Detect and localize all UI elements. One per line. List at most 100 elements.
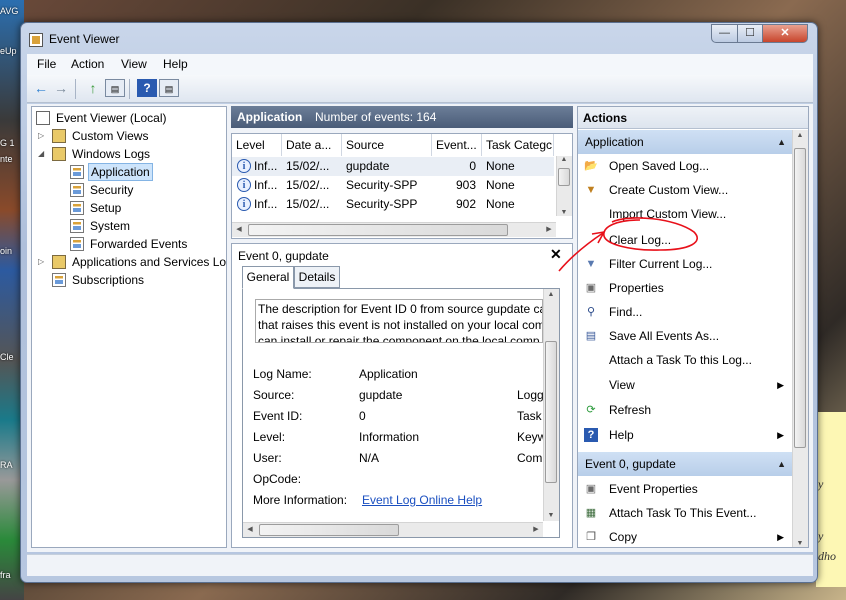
action-refresh[interactable]: ⟳ Refresh [578, 399, 792, 421]
scroll-thumb[interactable] [558, 168, 570, 186]
tree-item-subscriptions[interactable]: Subscriptions [52, 271, 226, 289]
sticky-text: dho [818, 549, 836, 563]
action-attach-task-to-event[interactable]: ▦ Attach Task To This Event... [578, 502, 792, 524]
show-hide-tree-icon[interactable]: ▤ [105, 79, 125, 97]
tree-item-setup[interactable]: Setup [70, 199, 226, 217]
scroll-down-icon[interactable]: ▼ [544, 512, 558, 519]
action-properties[interactable]: ▣ Properties [578, 277, 792, 299]
column-header-event-id[interactable]: Event... [432, 134, 482, 156]
scroll-left-icon[interactable]: ◀ [243, 525, 257, 533]
tab-general[interactable]: General [242, 266, 294, 289]
column-header-task-category[interactable]: Task Categc [482, 134, 554, 156]
show-hide-action-pane-icon[interactable]: ▤ [159, 79, 179, 97]
tree-item-forwarded-events[interactable]: Forwarded Events [70, 235, 226, 253]
event-list: Level Date a... Source Event... Task Cat… [231, 133, 573, 239]
scroll-right-icon[interactable]: ▶ [542, 225, 556, 233]
forward-icon[interactable]: → [51, 79, 71, 97]
action-label: Save All Events As... [609, 329, 720, 343]
tree-item-system[interactable]: System [70, 217, 226, 235]
scroll-right-icon[interactable]: ▶ [529, 525, 543, 533]
event-row[interactable]: i Inf... 15/02/... Security-SPP 902 None [232, 195, 554, 214]
column-header-level[interactable]: Level [232, 134, 282, 156]
column-header-date[interactable]: Date a... [282, 134, 342, 156]
tab-details[interactable]: Details [294, 266, 340, 288]
section-label: Application [585, 135, 644, 149]
log-icon [70, 237, 84, 251]
action-view[interactable]: View ▶ [578, 374, 792, 396]
event-level: Inf... [254, 197, 278, 211]
column-header-source[interactable]: Source [342, 134, 432, 156]
tree-item-application[interactable]: Application [70, 163, 226, 181]
close-detail-icon[interactable]: ✕ [550, 246, 562, 263]
action-attach-task-to-log[interactable]: Attach a Task To this Log... [578, 349, 792, 371]
scroll-down-icon[interactable]: ▼ [557, 209, 571, 216]
scroll-down-icon[interactable]: ▼ [793, 540, 807, 547]
menu-file[interactable]: File [37, 57, 56, 71]
event-id: 903 [455, 178, 476, 192]
collapse-arrow-icon[interactable]: ◢ [38, 145, 48, 163]
scroll-up-icon[interactable]: ▲ [557, 156, 571, 163]
actions-section-event[interactable]: Event 0, gupdate ▲ [578, 452, 792, 476]
event-list-vertical-scrollbar[interactable]: ▲ ▼ [556, 156, 572, 216]
event-description[interactable]: The description for Event ID 0 from sour… [255, 299, 543, 343]
scroll-left-icon[interactable]: ◀ [232, 225, 246, 233]
menu-help[interactable]: Help [163, 57, 188, 71]
main-content: Event Viewer (Local) ▷ Custom Views ◢ Wi… [27, 104, 813, 552]
expand-arrow-icon[interactable]: ▷ [38, 127, 48, 145]
collapse-section-icon[interactable]: ▲ [777, 130, 786, 154]
actions-vertical-scrollbar[interactable]: ▲ ▼ [792, 130, 808, 547]
action-save-all-events[interactable]: ▤ Save All Events As... [578, 325, 792, 347]
help-icon[interactable]: ? [137, 79, 157, 97]
event-id-value: 0 [359, 409, 366, 423]
action-filter-current-log[interactable]: ▼ Filter Current Log... [578, 253, 792, 275]
desktop-label: AVG [0, 6, 19, 16]
maximize-button[interactable]: ☐ [737, 24, 763, 43]
scroll-up-icon[interactable]: ▲ [793, 132, 807, 139]
action-create-custom-view[interactable]: ▼ Create Custom View... [578, 179, 792, 201]
action-clear-log[interactable]: Clear Log... [578, 229, 792, 251]
minimize-button[interactable]: — [711, 24, 738, 43]
action-find[interactable]: ⚲ Find... [578, 301, 792, 323]
event-list-horizontal-scrollbar[interactable]: ◀ ▶ [232, 222, 556, 237]
folder-icon [52, 255, 66, 269]
scroll-thumb[interactable] [545, 341, 557, 483]
title-bar[interactable]: Event Viewer — ☐ ✕ [21, 23, 817, 53]
scroll-up-icon[interactable]: ▲ [544, 291, 558, 298]
event-row[interactable]: i Inf... 15/02/... Security-SPP 903 None [232, 176, 554, 195]
tree-item-root[interactable]: Event Viewer (Local) [36, 109, 226, 127]
action-event-properties[interactable]: ▣ Event Properties [578, 478, 792, 500]
action-label: Attach Task To This Event... [609, 506, 757, 520]
information-icon: i [237, 159, 251, 173]
tree-label: Subscriptions [72, 273, 145, 287]
scroll-thumb[interactable] [248, 224, 508, 236]
close-button[interactable]: ✕ [762, 24, 808, 43]
detail-horizontal-scrollbar[interactable]: ◀ ▶ [243, 522, 543, 537]
tree-item-apps-services[interactable]: ▷ Applications and Services Lo [38, 253, 226, 271]
scroll-thumb[interactable] [259, 524, 399, 536]
tree-item-security[interactable]: Security [70, 181, 226, 199]
scroll-thumb[interactable] [794, 148, 806, 448]
event-row[interactable]: i Inf... 15/02/... gupdate 0 None [232, 157, 554, 176]
actions-section-application[interactable]: Application ▲ [578, 130, 792, 154]
event-viewer-icon [36, 111, 50, 125]
action-import-custom-view[interactable]: Import Custom View... [578, 203, 792, 225]
task-label: Task [517, 409, 542, 423]
back-icon[interactable]: ← [31, 79, 51, 97]
tree-item-windows-logs[interactable]: ◢ Windows Logs [38, 145, 226, 163]
action-open-saved-log[interactable]: 📂 Open Saved Log... [578, 155, 792, 177]
menu-view[interactable]: View [121, 57, 147, 71]
action-help[interactable]: ? Help ▶ [578, 424, 792, 446]
tree-item-custom-views[interactable]: ▷ Custom Views [38, 127, 226, 145]
information-icon: i [237, 178, 251, 192]
menu-action[interactable]: Action [71, 57, 104, 71]
tree-label: Event Viewer (Local) [56, 111, 167, 125]
expand-arrow-icon[interactable]: ▷ [38, 253, 48, 271]
detail-vertical-scrollbar[interactable]: ▲ ▼ [543, 289, 559, 521]
subscriptions-icon [52, 273, 66, 287]
actions-header: Actions [578, 107, 808, 129]
collapse-section-icon[interactable]: ▲ [777, 452, 786, 476]
event-log-online-help-link[interactable]: Event Log Online Help [362, 493, 482, 507]
up-folder-icon[interactable]: ↑ [83, 79, 103, 97]
event-viewer-window: Event Viewer — ☐ ✕ File Action View Help… [20, 22, 818, 583]
action-copy[interactable]: ❐ Copy ▶ [578, 526, 792, 547]
